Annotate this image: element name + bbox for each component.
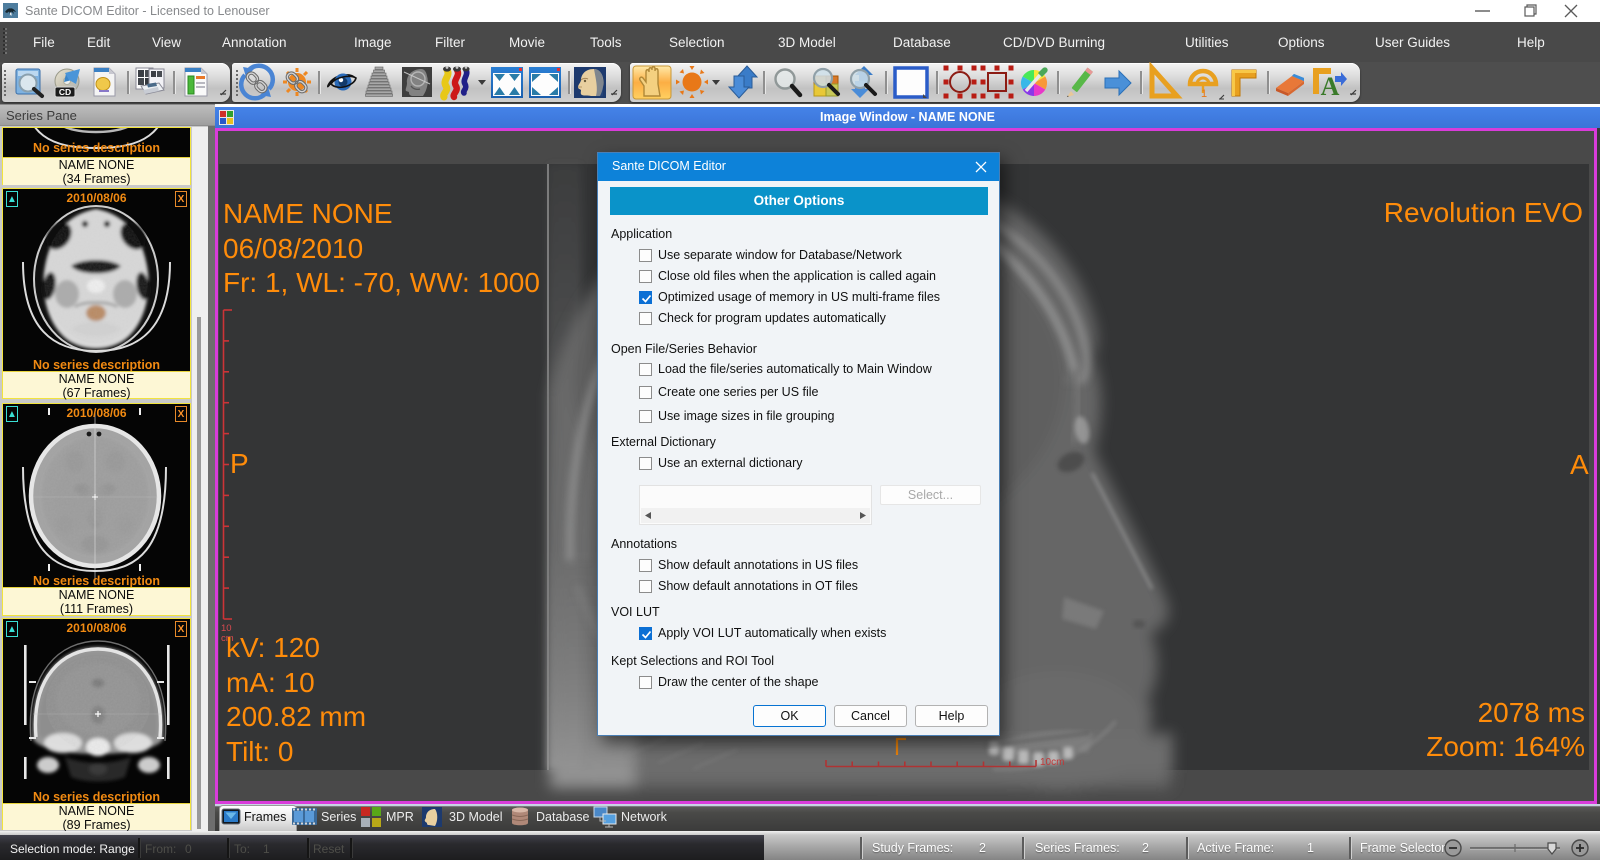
svg-text:10cm: 10cm: [1040, 757, 1064, 768]
svg-text:1: 1: [1201, 88, 1207, 100]
svg-text:CD: CD: [59, 87, 71, 97]
